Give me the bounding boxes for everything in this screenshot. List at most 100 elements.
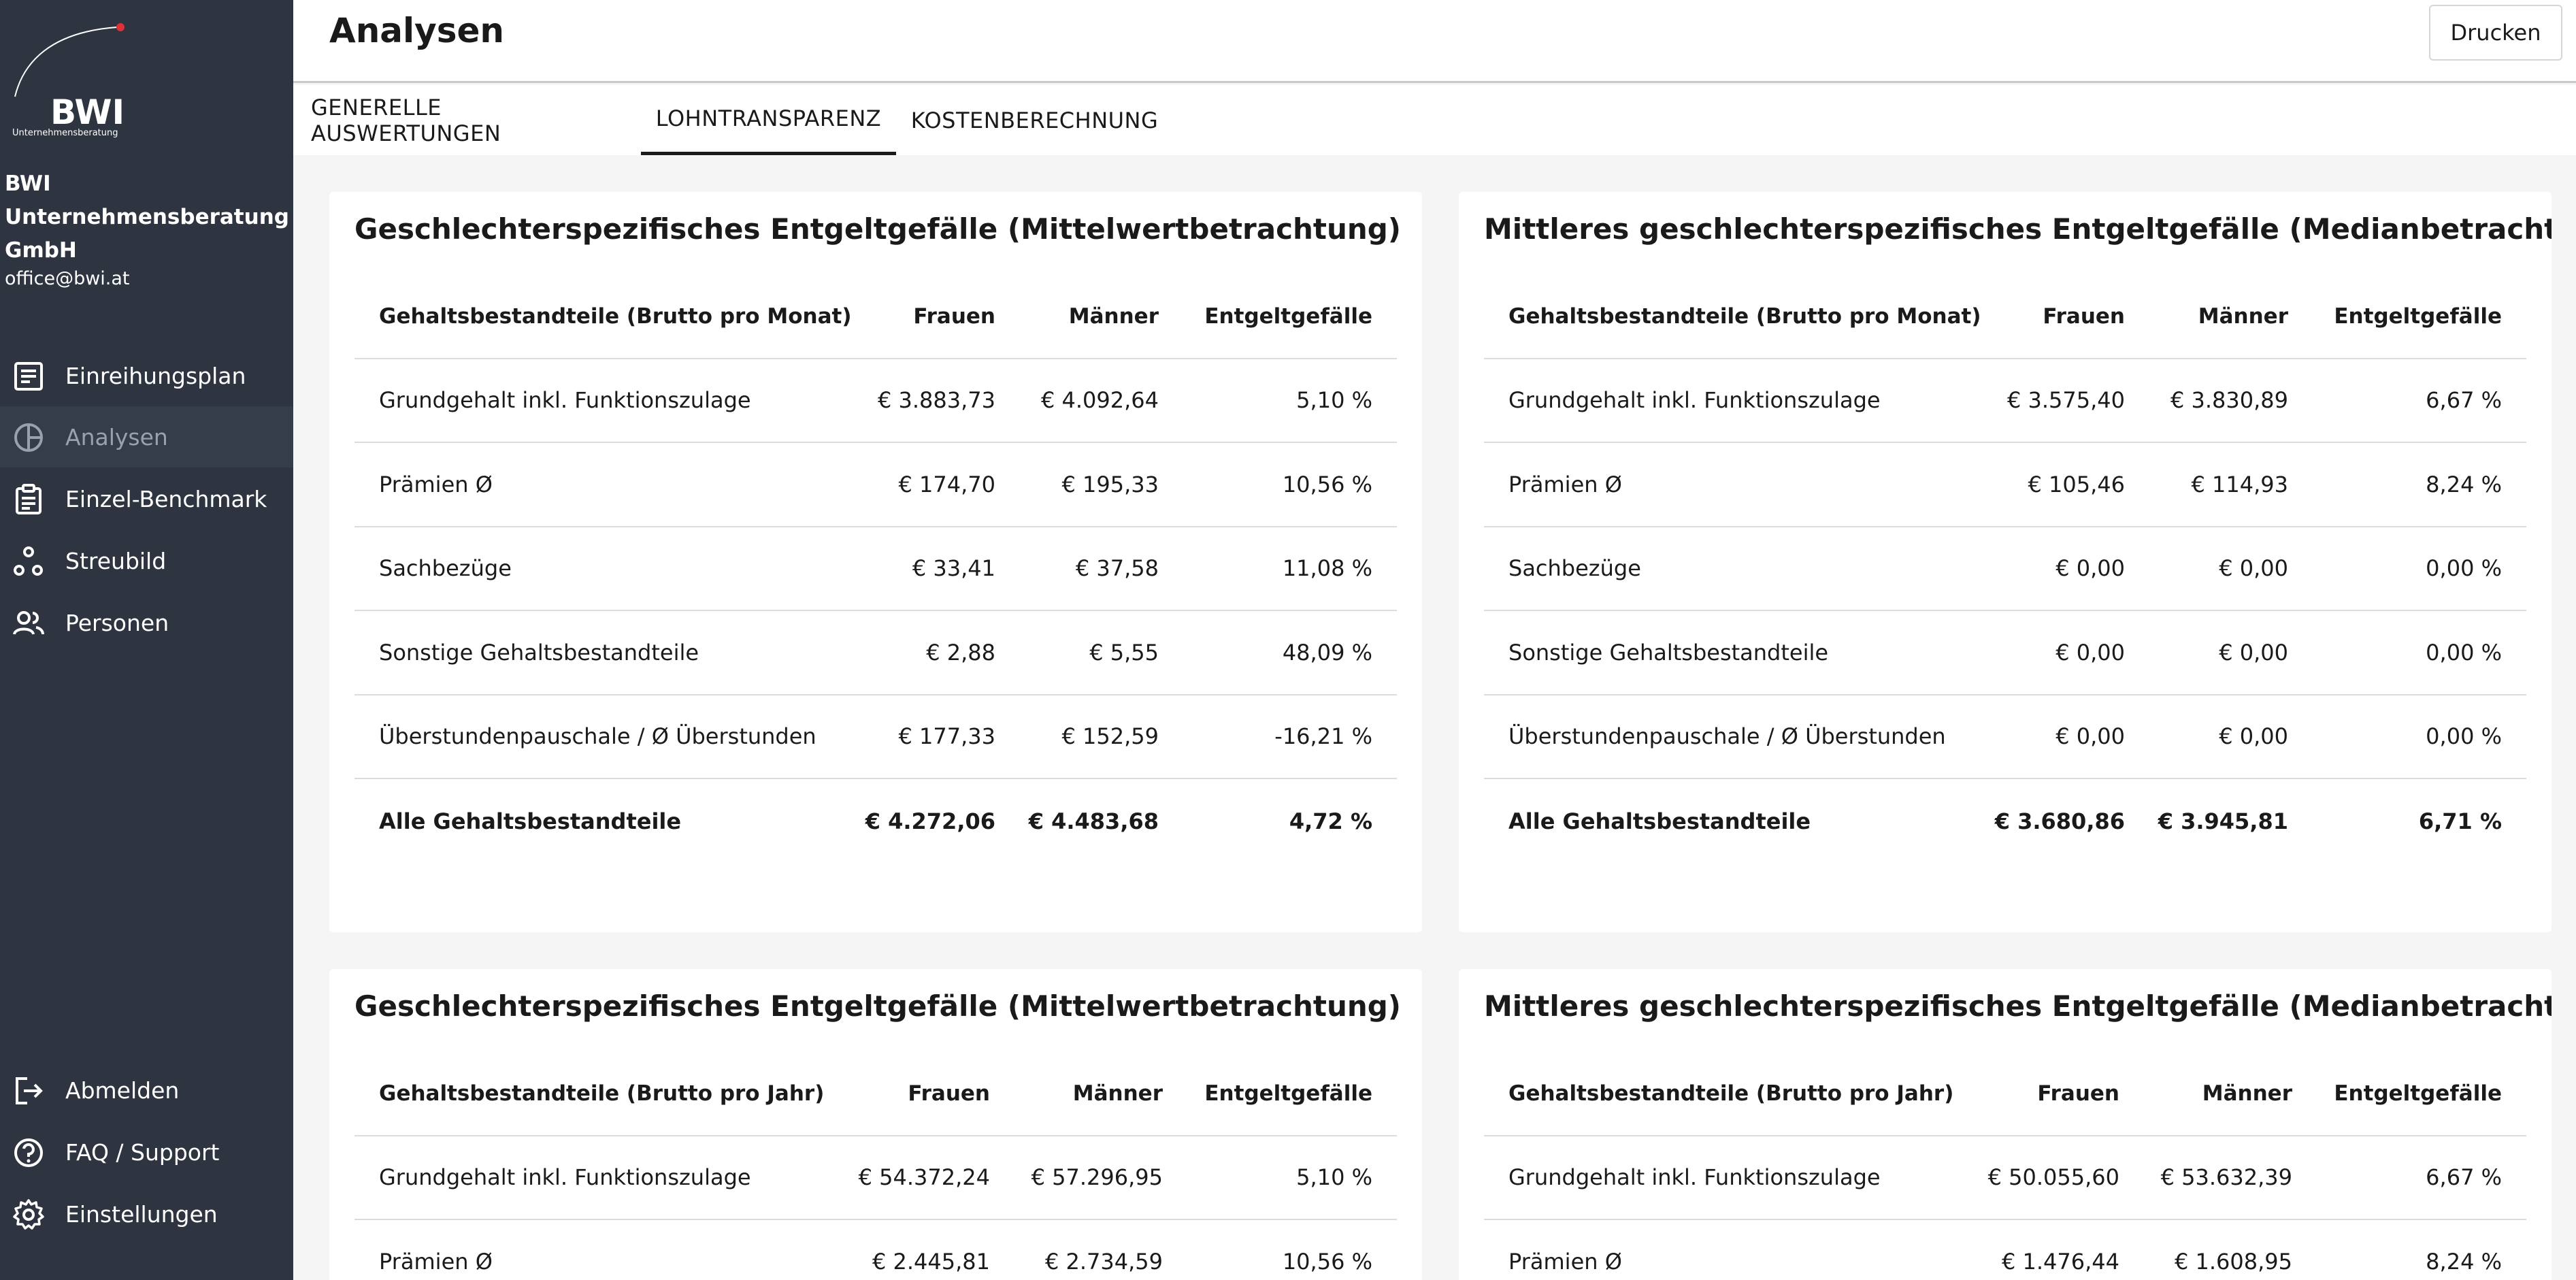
table-row: Grundgehalt inkl. Funktionszulage € 50.0… xyxy=(1484,1136,2526,1220)
cell-frauen: € 50.055,60 xyxy=(1987,1164,2119,1191)
card-title: Geschlechterspezifisches Entgeltgefälle … xyxy=(354,212,1402,246)
table-header-row: Gehaltsbestandteile (Brutto pro Jahr) Fr… xyxy=(354,1052,1397,1136)
card-title: Mittleres geschlechterspezifisches Entge… xyxy=(1484,212,2552,246)
column-header: Gehaltsbestandteile (Brutto pro Jahr) xyxy=(1508,1081,1954,1106)
nav-analysen[interactable]: Analysen xyxy=(0,406,293,467)
cell-gap: 48,09 % xyxy=(1282,639,1372,666)
logout-icon xyxy=(16,1077,43,1104)
cell-gap: 11,08 % xyxy=(1282,555,1372,582)
cell-frauen: € 2,88 xyxy=(926,639,995,666)
print-button[interactable]: Drucken xyxy=(2429,5,2562,61)
column-header: Gehaltsbestandteile (Brutto pro Jahr) xyxy=(379,1081,825,1106)
table-row: Überstundenpauschale / Ø Überstunden € 0… xyxy=(1484,695,2526,779)
table-header-row: Gehaltsbestandteile (Brutto pro Jahr) Fr… xyxy=(1484,1052,2526,1136)
column-header: Entgeltgefälle xyxy=(1204,303,1372,329)
cell-gap: 6,67 % xyxy=(2426,1164,2502,1191)
table-row: Grundgehalt inkl. Funktionszulage € 3.88… xyxy=(354,359,1397,443)
cell-frauen: € 54.372,24 xyxy=(858,1164,990,1191)
table-row: Sachbezüge € 0,00 € 0,00 0,00 % xyxy=(1484,527,2526,611)
data-table: Gehaltsbestandteile (Brutto pro Monat) F… xyxy=(354,275,1397,864)
cell-maenner: € 114,93 xyxy=(2191,471,2289,497)
tab-lohntransparenz[interactable]: LOHNTRANSPARENZ xyxy=(641,85,896,155)
row-label: Überstundenpauschale / Ø Überstunden xyxy=(379,723,816,750)
nav-streubild[interactable]: Streubild xyxy=(0,530,293,591)
row-label: Alle Gehaltsbestandteile xyxy=(1508,808,1811,834)
column-header: Männer xyxy=(1068,303,1159,329)
cell-maenner: € 1.608,95 xyxy=(2174,1248,2292,1275)
tab-kostenberechnung[interactable]: KOSTENBERECHNUNG xyxy=(911,85,1158,155)
cell-frauen: € 0,00 xyxy=(2055,555,2125,582)
nav-personen[interactable]: Personen xyxy=(0,592,293,653)
cell-maenner: € 3.945,81 xyxy=(2158,808,2288,834)
column-header: Entgeltgefälle xyxy=(2334,1081,2502,1106)
cell-maenner: € 4.483,68 xyxy=(1028,808,1159,834)
table-row: Prämien Ø € 2.445,81 € 2.734,59 10,56 % xyxy=(354,1220,1397,1280)
cell-frauen: € 177,33 xyxy=(898,723,996,750)
cell-maenner: € 195,33 xyxy=(1061,471,1159,497)
cell-maenner: € 37,58 xyxy=(1075,555,1159,582)
column-header: Männer xyxy=(1072,1081,1163,1106)
table-row: Prämien Ø € 105,46 € 114,93 8,24 % xyxy=(1484,443,2526,527)
nav-einstellungen[interactable]: Einstellungen xyxy=(0,1183,293,1245)
nav-label: Einreihungsplan xyxy=(65,362,246,389)
row-label: Prämien Ø xyxy=(379,1248,493,1275)
card-mittelwert-monat: Geschlechterspezifisches Entgeltgefälle … xyxy=(329,192,1422,932)
cell-maenner: € 2.734,59 xyxy=(1044,1248,1163,1275)
table-total-row: Alle Gehaltsbestandteile € 3.680,86 € 3.… xyxy=(1484,779,2526,864)
table-row: Prämien Ø € 174,70 € 195,33 10,56 % xyxy=(354,443,1397,527)
column-header: Frauen xyxy=(908,1081,990,1106)
cell-gap: 0,00 % xyxy=(2426,639,2502,666)
cell-maenner: € 53.632,39 xyxy=(2160,1164,2292,1191)
row-label: Grundgehalt inkl. Funktionszulage xyxy=(1508,387,1881,414)
bwi-logo[interactable]: BWI Unternehmensberatung xyxy=(10,22,129,138)
tab-bar: GENERELLE AUSWERTUNGEN LOHNTRANSPARENZ K… xyxy=(293,85,2576,155)
nav-label: Einstellungen xyxy=(65,1200,218,1228)
cell-maenner: € 4.092,64 xyxy=(1040,387,1159,414)
table-row: Sonstige Gehaltsbestandteile € 2,88 € 5,… xyxy=(354,611,1397,695)
cell-maenner: € 0,00 xyxy=(2219,639,2288,666)
cell-gap: 4,72 % xyxy=(1289,808,1372,834)
row-label: Grundgehalt inkl. Funktionszulage xyxy=(1508,1164,1881,1191)
company-name: BWI Unternehmensberatung GmbH xyxy=(5,171,289,263)
column-header: Frauen xyxy=(2043,303,2125,329)
table-total-row: Alle Gehaltsbestandteile € 4.272,06 € 4.… xyxy=(354,779,1397,864)
nav-einreihungsplan[interactable]: Einreihungsplan xyxy=(0,345,293,406)
cell-frauen: € 33,41 xyxy=(912,555,995,582)
column-header: Männer xyxy=(2198,303,2288,329)
cell-gap: 6,71 % xyxy=(2418,808,2502,834)
nav-label: Einzel-Benchmark xyxy=(65,485,267,512)
cell-gap: 0,00 % xyxy=(2426,723,2502,750)
nav-label: FAQ / Support xyxy=(65,1138,220,1166)
card-median-monat: Mittleres geschlechterspezifisches Entge… xyxy=(1459,192,2552,932)
cell-frauen: € 4.272,06 xyxy=(865,808,995,834)
nav-einzel-benchmark[interactable]: Einzel-Benchmark xyxy=(0,468,293,529)
card-title: Geschlechterspezifisches Entgeltgefälle … xyxy=(354,989,1402,1023)
row-label: Überstundenpauschale / Ø Überstunden xyxy=(1508,723,1946,750)
column-header: Frauen xyxy=(2037,1081,2119,1106)
cell-frauen: € 105,46 xyxy=(2028,471,2126,497)
table-header-row: Gehaltsbestandteile (Brutto pro Monat) F… xyxy=(354,275,1397,359)
tab-generelle-auswertungen[interactable]: GENERELLE AUSWERTUNGEN xyxy=(311,85,573,155)
cell-frauen: € 3.883,73 xyxy=(877,387,995,414)
data-table: Gehaltsbestandteile (Brutto pro Jahr) Fr… xyxy=(1484,1052,2526,1280)
cell-gap: 0,00 % xyxy=(2426,555,2502,582)
people-icon xyxy=(13,611,44,635)
cell-frauen: € 0,00 xyxy=(2055,639,2125,666)
page-title: Analysen xyxy=(329,11,505,50)
pie-chart-icon xyxy=(14,423,43,452)
row-label: Alle Gehaltsbestandteile xyxy=(379,808,682,834)
table-row: Grundgehalt inkl. Funktionszulage € 3.57… xyxy=(1484,359,2526,443)
company-email: office@bwi.at xyxy=(5,268,130,289)
table-row: Überstundenpauschale / Ø Überstunden € 1… xyxy=(354,695,1397,779)
cell-maenner: € 0,00 xyxy=(2219,555,2288,582)
cell-maenner: € 3.830,89 xyxy=(2170,387,2288,414)
list-icon xyxy=(14,362,43,391)
data-table: Gehaltsbestandteile (Brutto pro Monat) F… xyxy=(1484,275,2526,864)
nav-label: Personen xyxy=(65,609,169,636)
nav-label: Streubild xyxy=(65,547,167,574)
cell-frauen: € 2.445,81 xyxy=(872,1248,990,1275)
row-label: Prämien Ø xyxy=(1508,1248,1622,1275)
nav-faq-support[interactable]: FAQ / Support xyxy=(0,1121,293,1183)
nav-abmelden[interactable]: Abmelden xyxy=(0,1060,293,1121)
help-icon xyxy=(14,1138,43,1167)
